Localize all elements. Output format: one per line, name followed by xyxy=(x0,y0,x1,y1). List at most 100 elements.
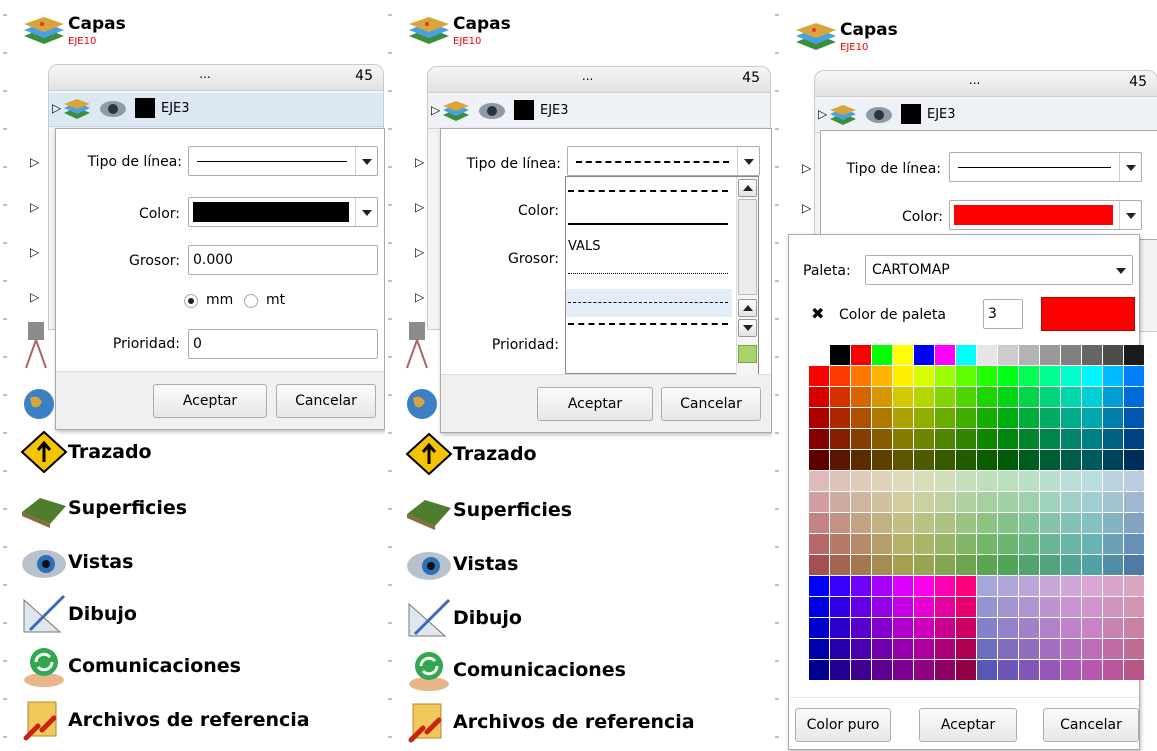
palette-swatch[interactable] xyxy=(1040,555,1060,575)
palette-swatch[interactable] xyxy=(1082,471,1102,491)
palette-swatch[interactable] xyxy=(893,450,913,470)
palette-swatch[interactable] xyxy=(872,618,892,638)
palette-swatch[interactable] xyxy=(1124,597,1144,617)
palette-swatch[interactable] xyxy=(1019,492,1039,512)
palette-swatch[interactable] xyxy=(1019,366,1039,386)
palette-swatch[interactable] xyxy=(1103,450,1123,470)
palette-swatch[interactable] xyxy=(872,597,892,617)
palette-swatch[interactable] xyxy=(1124,366,1144,386)
palette-swatch[interactable] xyxy=(1019,387,1039,407)
layer-row[interactable]: ▷ EJE3 xyxy=(815,99,1157,133)
layer-color-swatch[interactable] xyxy=(135,98,155,118)
palette-swatch[interactable] xyxy=(956,450,976,470)
expand-icon[interactable]: ▷ xyxy=(52,101,61,115)
chevron-down-icon[interactable] xyxy=(355,198,377,226)
palette-swatch[interactable] xyxy=(830,345,850,365)
palette-swatch[interactable] xyxy=(977,639,997,659)
palette-swatch[interactable] xyxy=(914,576,934,596)
palette-swatch[interactable] xyxy=(935,576,955,596)
palette-swatch[interactable] xyxy=(1040,513,1060,533)
palette-swatch[interactable] xyxy=(956,618,976,638)
palette-swatch[interactable] xyxy=(1082,534,1102,554)
section-superficies[interactable]: Superficies xyxy=(20,484,187,532)
chevron-down-icon[interactable] xyxy=(1119,201,1141,229)
palette-swatch[interactable] xyxy=(977,345,997,365)
palette-swatch[interactable] xyxy=(956,513,976,533)
palette-swatch[interactable] xyxy=(851,597,871,617)
palette-swatch[interactable] xyxy=(830,639,850,659)
palette-swatch[interactable] xyxy=(998,450,1018,470)
palette-swatch[interactable] xyxy=(1124,534,1144,554)
palette-swatch[interactable] xyxy=(1040,660,1060,680)
palette-swatch[interactable] xyxy=(851,429,871,449)
palette-swatch[interactable] xyxy=(998,534,1018,554)
palette-swatch[interactable] xyxy=(809,639,829,659)
section-dibujo[interactable]: Dibujo xyxy=(405,594,522,642)
palette-swatch[interactable] xyxy=(830,513,850,533)
chevron-down-icon[interactable] xyxy=(1119,153,1141,181)
palette-swatch[interactable] xyxy=(1061,471,1081,491)
palette-swatch[interactable] xyxy=(935,534,955,554)
palette-swatch[interactable] xyxy=(893,576,913,596)
palette-swatch[interactable] xyxy=(956,492,976,512)
line-type-dropdown[interactable]: VALS xyxy=(565,176,759,375)
color-combo[interactable] xyxy=(188,197,378,227)
palette-swatch[interactable] xyxy=(872,387,892,407)
palette-swatch[interactable] xyxy=(1124,450,1144,470)
palette-swatch[interactable] xyxy=(1040,408,1060,428)
palette-swatch[interactable] xyxy=(935,555,955,575)
palette-swatch[interactable] xyxy=(977,576,997,596)
palette-swatch[interactable] xyxy=(830,450,850,470)
palette-swatch[interactable] xyxy=(1061,660,1081,680)
palette-swatch[interactable] xyxy=(956,576,976,596)
palette-swatch[interactable] xyxy=(914,513,934,533)
palette-swatch[interactable] xyxy=(914,471,934,491)
palette-swatch[interactable] xyxy=(872,513,892,533)
palette-swatch[interactable] xyxy=(893,408,913,428)
palette-swatch[interactable] xyxy=(935,387,955,407)
palette-swatch[interactable] xyxy=(1040,387,1060,407)
palette-swatch[interactable] xyxy=(830,597,850,617)
section-superficies[interactable]: Superficies xyxy=(405,486,572,534)
palette-swatch[interactable] xyxy=(1019,618,1039,638)
palette-swatch[interactable] xyxy=(914,429,934,449)
palette-swatch[interactable] xyxy=(1082,513,1102,533)
palette-swatch[interactable] xyxy=(830,555,850,575)
palette-swatch[interactable] xyxy=(998,345,1018,365)
palette-swatch[interactable] xyxy=(809,345,829,365)
palette-swatch[interactable] xyxy=(1061,387,1081,407)
palette-swatch[interactable] xyxy=(830,366,850,386)
palette-swatch[interactable] xyxy=(1061,345,1081,365)
palette-swatch[interactable] xyxy=(1040,576,1060,596)
line-option-dashdot-2[interactable] xyxy=(566,317,732,345)
accept-button[interactable]: Aceptar xyxy=(153,384,267,418)
palette-swatch[interactable] xyxy=(956,345,976,365)
palette-swatch[interactable] xyxy=(851,660,871,680)
section-vistas[interactable]: Vistas xyxy=(405,540,518,588)
palette-swatch[interactable] xyxy=(956,597,976,617)
palette-swatch[interactable] xyxy=(1040,366,1060,386)
section-trazado[interactable]: Trazado xyxy=(405,430,537,478)
palette-swatch[interactable] xyxy=(809,534,829,554)
line-option-dashdot[interactable] xyxy=(566,177,732,205)
palette-swatch[interactable] xyxy=(956,639,976,659)
palette-swatch[interactable] xyxy=(893,492,913,512)
palette-swatch[interactable] xyxy=(998,387,1018,407)
section-comunicaciones[interactable]: Comunicaciones xyxy=(405,646,626,694)
palette-swatch[interactable] xyxy=(872,555,892,575)
tipo-linea-combo[interactable] xyxy=(188,146,378,176)
palette-swatch[interactable] xyxy=(935,345,955,365)
palette-swatch[interactable] xyxy=(893,345,913,365)
palette-swatch[interactable] xyxy=(1124,492,1144,512)
unit-mm-radio[interactable] xyxy=(184,294,198,308)
palette-swatch[interactable] xyxy=(914,618,934,638)
palette-swatch[interactable] xyxy=(1082,492,1102,512)
palette-swatch[interactable] xyxy=(1103,366,1123,386)
line-option-vals[interactable]: VALS xyxy=(566,233,732,274)
section-archivos[interactable]: Archivos de referencia xyxy=(20,696,310,744)
scroll-up-button[interactable] xyxy=(738,179,757,197)
palette-swatch[interactable] xyxy=(956,534,976,554)
palette-swatch[interactable] xyxy=(935,429,955,449)
palette-swatch[interactable] xyxy=(851,618,871,638)
palette-swatch[interactable] xyxy=(914,450,934,470)
